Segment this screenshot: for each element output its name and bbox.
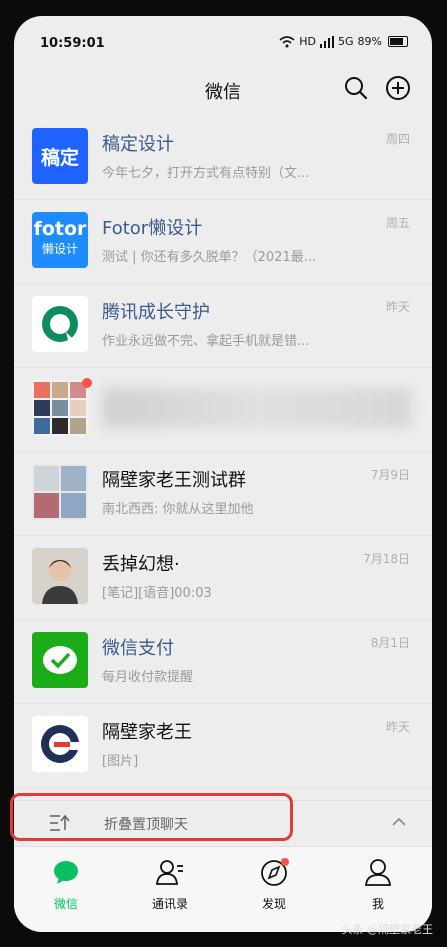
compass-icon [261, 858, 289, 886]
chat-item[interactable]: 隔壁家老王 [图片] 昨天 [14, 704, 432, 788]
chat-time: 7月18日 [363, 552, 410, 566]
wechat-pay-icon [43, 646, 77, 674]
shield-logo-icon [42, 306, 78, 342]
battery-percent: 89% [357, 35, 382, 48]
chat-name: 微信支付 [102, 638, 174, 659]
chat-name: Fotor懒设计 [102, 218, 203, 239]
contacts-icon [156, 860, 183, 885]
chat-list: 稿定 稿定设计 今年七夕，打开方式有点特别（文... 周四 fotor 懒设计 … [14, 116, 432, 788]
avatar-subtext: 懒设计 [41, 242, 78, 256]
chat-time: 周五 [385, 216, 410, 230]
chat-bubble-icon [54, 861, 78, 884]
group-avatar [32, 380, 88, 436]
avatar [32, 296, 88, 352]
chat-time: 昨天 [385, 720, 410, 734]
tab-contacts[interactable]: 通讯录 [118, 857, 222, 912]
tab-label: 发现 [261, 897, 286, 911]
chat-preview: [图片] [102, 754, 139, 769]
chat-item[interactable]: 微信支付 每月收付款提醒 8月1日 [14, 620, 432, 704]
tab-label: 微信 [53, 897, 78, 911]
top-bar: 微信 [14, 68, 432, 112]
group-avatar [32, 464, 88, 520]
chat-preview: 测试 | 你还有多久脱单？（2021最... [102, 250, 317, 265]
chat-name: 腾讯成长守护 [102, 302, 210, 323]
person-avatar-icon [42, 559, 78, 604]
chat-preview: 南北西西: 你就从这里加他 [102, 502, 254, 517]
add-icon[interactable] [384, 74, 412, 102]
chat-time: 周四 [385, 132, 410, 146]
chat-preview: [笔记][语音]00:03 [102, 586, 212, 601]
chat-item-blurred[interactable] [14, 368, 432, 452]
status-icons: HD 5G 89% [279, 35, 408, 48]
bottom-tab-bar: 微信 通讯录 发现 我 [14, 846, 432, 932]
chat-time: 昨天 [385, 300, 410, 314]
search-icon[interactable] [342, 74, 370, 102]
blurred-content [102, 388, 412, 428]
battery-icon [388, 36, 408, 47]
avatar [32, 716, 88, 772]
highlight-box [10, 793, 293, 841]
chat-item[interactable]: 隔壁家老王测试群 南北西西: 你就从这里加他 7月9日 [14, 452, 432, 536]
chat-name: 隔壁家老王测试群 [102, 470, 246, 491]
chat-preview: 每月收付款提醒 [102, 670, 194, 685]
chat-name: 隔壁家老王 [102, 722, 192, 743]
avatar: 稿定 [32, 128, 88, 184]
tab-discover[interactable]: 发现 [222, 857, 326, 912]
chat-name: 稿定设计 [102, 134, 174, 155]
wifi-icon [279, 35, 295, 47]
hd-label: HD [299, 35, 317, 48]
avatar [32, 548, 88, 604]
signal-icon [320, 35, 335, 48]
avatar-text: fotor [33, 218, 87, 240]
chat-item[interactable]: 丢掉幻想· [笔记][语音]00:03 7月18日 [14, 536, 432, 620]
tab-me[interactable]: 我 [326, 857, 430, 912]
status-bar: 10:59:01 HD 5G 89% [14, 16, 432, 68]
network-label: 5G [338, 35, 354, 48]
chat-name: 丢掉幻想· [102, 554, 180, 575]
status-time: 10:59:01 [40, 36, 105, 51]
chat-preview: 今年七夕，打开方式有点特别（文... [102, 166, 310, 181]
chat-item[interactable]: fotor 懒设计 Fotor懒设计 测试 | 你还有多久脱单？（2021最..… [14, 200, 432, 284]
e-logo-icon [41, 725, 80, 763]
chat-item[interactable]: 腾讯成长守护 作业永远做不完、拿起手机就是错... 昨天 [14, 284, 432, 368]
watermark: 头条 @隔壁家老王 [341, 923, 434, 936]
person-icon [365, 859, 391, 886]
chat-time: 7月9日 [370, 468, 410, 482]
tab-chats[interactable]: 微信 [14, 857, 118, 912]
avatar-text: 稿定 [40, 146, 79, 169]
chat-item[interactable]: 稿定 稿定设计 今年七夕，打开方式有点特别（文... 周四 [14, 116, 432, 200]
avatar [32, 632, 88, 688]
tab-label: 我 [371, 897, 384, 911]
chat-time: 8月1日 [370, 636, 410, 650]
tab-label: 通讯录 [151, 897, 188, 911]
chat-preview: 作业永远做不完、拿起手机就是错... [102, 334, 310, 349]
chevron-up-icon[interactable] [392, 815, 406, 829]
unread-dot [82, 378, 92, 388]
avatar: fotor 懒设计 [32, 212, 88, 268]
